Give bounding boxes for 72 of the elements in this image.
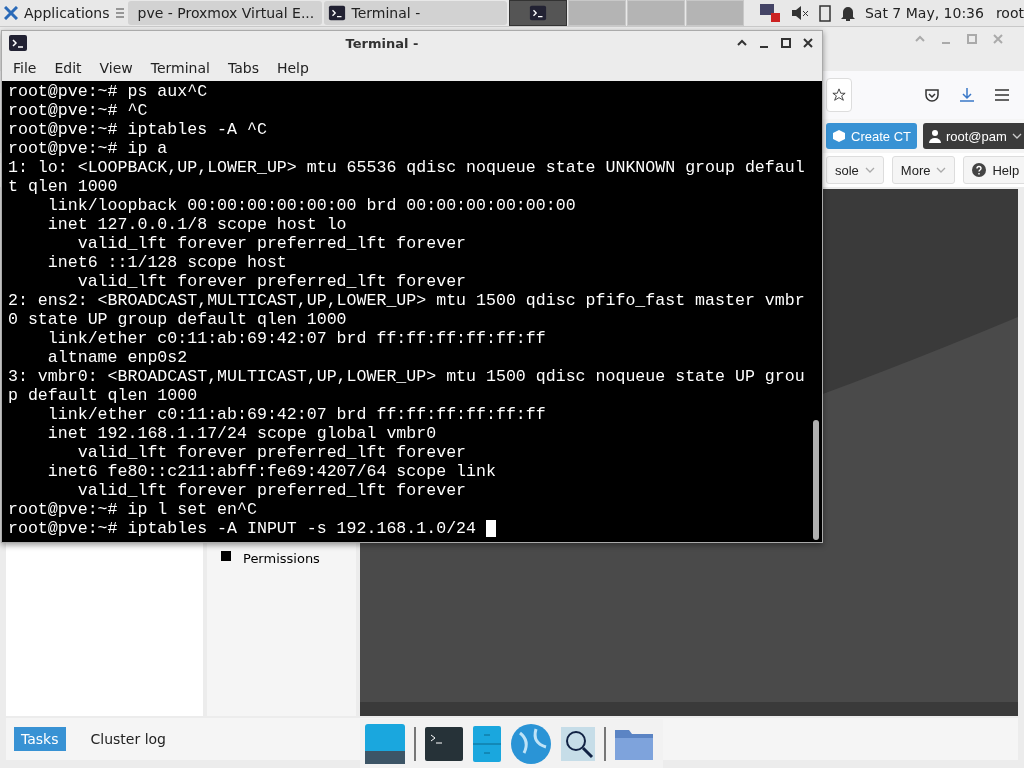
terminal-line: root@pve:~# ip l set en^C — [8, 500, 257, 519]
menu-item[interactable]: View — [90, 60, 142, 76]
workspace-button[interactable] — [508, 0, 567, 26]
menu-item[interactable]: Edit — [45, 60, 91, 76]
download-icon[interactable] — [958, 86, 976, 104]
terminal-line: valid_lft forever preferred_lft forever — [76, 443, 467, 462]
chevron-icon — [1011, 133, 1022, 139]
close-button[interactable] — [802, 37, 814, 49]
toolbar-button[interactable]: Help — [963, 156, 1024, 184]
terminal-line: valid_lft forever preferred_lft forever — [76, 272, 467, 291]
terminal-icon[interactable] — [424, 725, 464, 762]
menu-icon[interactable] — [994, 88, 1010, 102]
terminal-line: root@pve:~# iptables -A ^C — [8, 120, 267, 139]
window-preview-icon — [528, 4, 547, 22]
terminal-line: t qlen 1000 — [8, 177, 118, 196]
terminal-line: root@pve:~# iptables -A INPUT -s 192.168.1.0/24 — [8, 519, 478, 538]
x-logo-icon — [4, 6, 18, 20]
task-button[interactable]: Terminal - — [323, 1, 507, 25]
menu-icon — [115, 8, 124, 18]
terminal-line: valid_lft forever preferred_lft forever — [76, 234, 467, 253]
nav-item[interactable]: Permissions — [243, 551, 320, 566]
menu-item[interactable]: Tabs — [218, 60, 268, 76]
search-icon[interactable] — [560, 725, 596, 762]
applications-menu[interactable]: Applications — [0, 1, 126, 25]
terminal-line: link/ether c0:11:ab:69:42:07 brd ff:ff:ff:ff:ff:ff — [46, 405, 546, 424]
user-menu-button[interactable]: root@pam — [922, 123, 1024, 149]
user-icon — [928, 129, 941, 143]
pocket-icon[interactable] — [924, 87, 940, 103]
terminal-line: 2: ens2: <BROADCAST,MULTICAST,UP,LOWER_UP> mtu 1500 qdisc pfifo_fast master vmbr — [8, 291, 805, 310]
terminal-line: root@pve:~# ps aux^C — [8, 82, 208, 101]
menu-item[interactable]: File — [4, 60, 46, 76]
terminal-line: 3: vmbr0: <BROADCAST,MULTICAST,UP,LOWER_UP> mtu 1500 qdisc noqueue state UP grou — [8, 367, 805, 386]
terminal-icon — [8, 33, 28, 53]
maximize-button[interactable] — [780, 37, 792, 49]
desktop-icon[interactable] — [364, 722, 406, 765]
terminal-line: 0 state UP group default qlen 1000 — [8, 310, 347, 329]
terminal-line: 1: lo: <LOOPBACK,UP,LOWER_UP> mtu 65536 qdisc noqueue state UNKNOWN group defaul — [8, 158, 805, 177]
chevron-icon — [864, 167, 875, 173]
task-button[interactable]: pve - Proxmox Virtual E... — [127, 1, 322, 25]
network-icon[interactable] — [758, 3, 781, 23]
menu-item[interactable]: Help — [267, 60, 318, 76]
user-name[interactable]: root — [995, 5, 1024, 21]
star-icon — [832, 88, 846, 102]
menu-item[interactable]: Terminal — [141, 60, 219, 76]
cabinet-icon[interactable] — [472, 724, 502, 763]
text-cursor — [486, 520, 496, 537]
clock[interactable]: Sat 7 May, 10:36 — [864, 5, 984, 21]
scrollbar-thumb[interactable] — [813, 420, 819, 540]
bookmark-button[interactable] — [826, 78, 852, 112]
terminal-line: root@pve:~# ^C — [8, 101, 148, 120]
bell-icon[interactable] — [840, 5, 855, 21]
terminal-line: valid_lft forever preferred_lft forever — [76, 481, 467, 500]
terminal-line: link/loopback 00:00:00:00:00:00 brd 00:00:00:00:00:00 — [46, 196, 576, 215]
cube-icon — [832, 129, 846, 143]
terminal-line: inet 192.168.1.17/24 scope global vmbr0 — [46, 424, 437, 443]
terminal-line: altname enp0s2 — [46, 348, 188, 367]
volume-muted-icon[interactable] — [790, 5, 809, 21]
terminal-line: inet 127.0.0.1/8 scope host lo — [46, 215, 347, 234]
globe-icon[interactable] — [510, 722, 552, 765]
terminal-line: inet6 ::1/128 scope host — [46, 253, 287, 272]
terminal-icon — [327, 4, 346, 22]
terminal-line: p default qlen 1000 — [8, 386, 198, 405]
terminal-line: link/ether c0:11:ab:69:42:07 brd ff:ff:ff:ff:ff:ff — [46, 329, 546, 348]
terminal-line: inet6 fe80::c211:abff:fe69:4207/64 scope link — [46, 462, 496, 481]
window-title: Terminal - — [344, 35, 420, 51]
toolbar-button[interactable]: sole — [826, 156, 884, 184]
battery-icon[interactable] — [818, 4, 831, 22]
help-icon — [972, 163, 987, 177]
toolbar-button[interactable]: More — [891, 156, 956, 184]
terminal-line: root@pve:~# ip a — [8, 139, 168, 158]
panel-tab[interactable]: Cluster log — [83, 727, 173, 751]
chevron-icon — [936, 167, 947, 173]
